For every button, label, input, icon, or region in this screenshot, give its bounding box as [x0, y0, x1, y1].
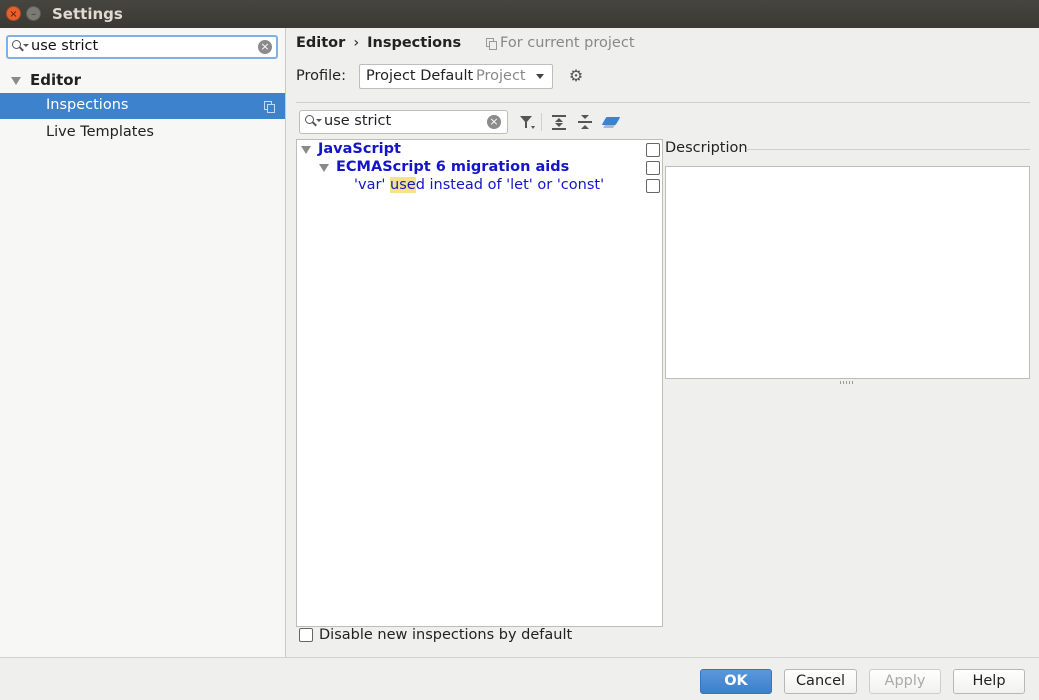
label-prefix: 'var' — [354, 177, 391, 193]
tree-node-label: ECMAScript 6 migration aids — [336, 159, 570, 175]
gear-icon[interactable]: ⚙ — [567, 67, 585, 85]
tree-node-javascript[interactable]: JavaScript — [297, 141, 662, 159]
help-button[interactable]: Help — [953, 669, 1025, 694]
sidebar-item-live-templates[interactable]: Live Templates — [0, 119, 285, 145]
profile-value: Project Default — [366, 68, 474, 84]
tree-node-ecmascript6[interactable]: ECMAScript 6 migration aids — [297, 159, 662, 177]
window-close-button[interactable]: × — [6, 6, 21, 21]
window-minimize-button[interactable]: – — [26, 6, 41, 21]
inspections-search-field[interactable]: use strict × — [299, 110, 508, 134]
divider — [746, 149, 1030, 150]
search-icon[interactable] — [304, 114, 322, 130]
copy-icon — [486, 38, 497, 50]
copy-icon — [264, 101, 275, 113]
profile-label: Profile: — [296, 68, 346, 84]
profile-scope: Project — [476, 68, 526, 84]
filter-icon[interactable] — [517, 112, 537, 132]
scope-note: For current project — [486, 35, 635, 51]
title-bar: × – Settings — [0, 0, 1039, 28]
sidebar-item-editor[interactable]: Editor — [0, 69, 285, 93]
breadcrumb-separator: › — [353, 35, 360, 51]
dialog-button-bar: OK Cancel Apply Help — [0, 657, 1039, 700]
disable-new-inspections-label[interactable]: Disable new inspections by default — [319, 627, 572, 643]
scope-text: For current project — [500, 35, 635, 51]
clear-search-icon[interactable]: × — [258, 40, 272, 54]
inspections-tree: JavaScript ECMAScript 6 migration aids '… — [296, 139, 663, 627]
breadcrumb-current: Inspections — [367, 35, 462, 51]
breadcrumb-parent: Editor — [296, 35, 346, 51]
description-panel — [665, 166, 1030, 379]
expand-arrow-icon[interactable] — [319, 164, 329, 172]
divider — [296, 102, 1030, 103]
tree-node-label: 'var' used instead of 'let' or 'const' — [354, 177, 604, 193]
reset-icon[interactable] — [601, 112, 621, 132]
ok-button[interactable]: OK — [700, 669, 772, 694]
sidebar-item-label: Inspections — [46, 97, 129, 113]
search-icon[interactable] — [11, 39, 29, 55]
window-title: Settings — [52, 5, 123, 23]
search-match-highlight: use — [390, 177, 416, 193]
expand-all-icon[interactable] — [549, 112, 569, 132]
cancel-button[interactable]: Cancel — [784, 669, 857, 694]
inspection-checkbox[interactable] — [646, 179, 660, 193]
disable-new-inspections-checkbox[interactable] — [299, 628, 313, 642]
tree-node-label: JavaScript — [318, 141, 401, 157]
breadcrumb: Editor › Inspections — [296, 35, 461, 51]
tree-node-var-used[interactable]: 'var' used instead of 'let' or 'const' — [297, 177, 662, 195]
clear-search-icon[interactable]: × — [487, 115, 501, 129]
inspection-checkbox[interactable] — [646, 161, 660, 175]
expand-arrow-icon[interactable] — [301, 146, 311, 154]
collapse-all-icon[interactable] — [575, 112, 595, 132]
sidebar-item-label: Live Templates — [46, 124, 154, 140]
sidebar-item-label: Editor — [30, 71, 81, 89]
inspections-search-value[interactable]: use strict — [324, 113, 391, 129]
description-label: Description — [665, 140, 748, 156]
inspection-checkbox[interactable] — [646, 143, 660, 157]
chevron-down-icon — [536, 74, 544, 79]
expand-arrow-icon[interactable] — [11, 77, 21, 85]
settings-sidebar: use strict × Editor Inspections Live Tem… — [0, 28, 286, 657]
toolbar-divider — [541, 113, 542, 131]
label-suffix: d instead of 'let' or 'const' — [415, 177, 605, 193]
profile-dropdown[interactable]: Project Default Project — [359, 64, 553, 89]
sidebar-item-inspections[interactable]: Inspections — [0, 93, 285, 119]
settings-search-value[interactable]: use strict — [31, 38, 98, 54]
apply-button[interactable]: Apply — [869, 669, 941, 694]
resize-grip-icon[interactable] — [840, 381, 854, 384]
settings-search-field[interactable]: use strict × — [6, 35, 278, 59]
